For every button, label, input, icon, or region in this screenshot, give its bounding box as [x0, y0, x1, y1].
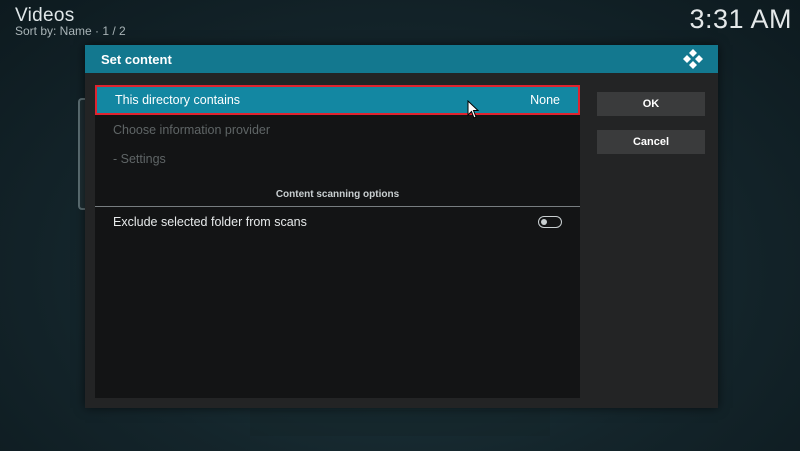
background-sort-info: Sort by: Name · 1 / 2	[15, 24, 126, 38]
exclude-folder-label: Exclude selected folder from scans	[113, 215, 307, 229]
section-header: Content scanning options	[275, 188, 400, 200]
choose-information-provider-row: Choose information provider	[95, 115, 580, 145]
choose-information-provider-label: Choose information provider	[113, 123, 271, 137]
settings-list: This directory contains None Choose info…	[95, 85, 580, 398]
exclude-folder-row[interactable]: Exclude selected folder from scans	[95, 207, 580, 237]
settings-label: - Settings	[113, 152, 166, 166]
clock: 3:31 AM	[689, 4, 792, 34]
settings-row: - Settings	[95, 144, 580, 174]
kodi-logo-icon	[683, 49, 703, 69]
dialog-header: Set content	[85, 45, 718, 73]
toggle-switch-icon[interactable]	[538, 216, 562, 228]
dialog-title: Set content	[101, 51, 172, 67]
mouse-pointer-icon	[467, 100, 479, 119]
directory-contains-label: This directory contains	[115, 93, 241, 107]
set-content-dialog: Set content This directory contains None…	[85, 45, 718, 408]
directory-contains-value: None	[530, 93, 560, 107]
ok-button[interactable]: OK	[597, 92, 705, 116]
toggle-knob	[541, 218, 547, 225]
background-panel	[250, 410, 550, 436]
directory-contains-row[interactable]: This directory contains None	[95, 85, 580, 115]
cancel-button[interactable]: Cancel	[597, 130, 705, 154]
